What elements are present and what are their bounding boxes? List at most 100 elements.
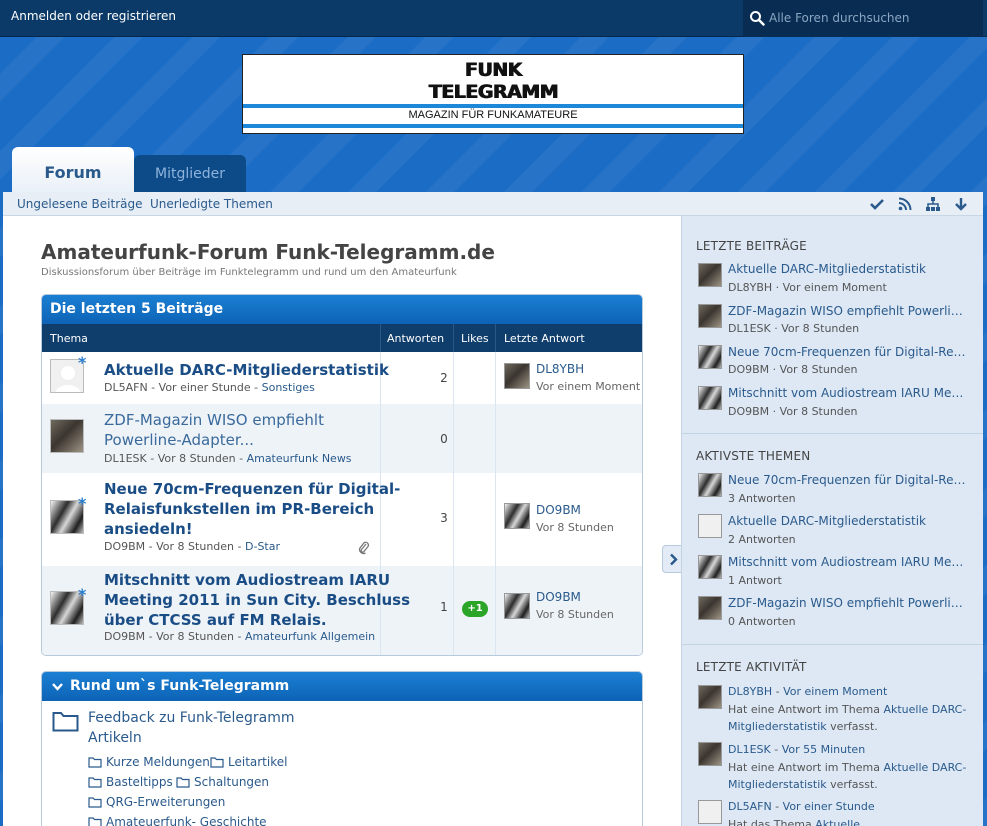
activity-meta: DL1ESK - Vor 55 Minuten [728,743,866,756]
activity-user[interactable]: DL5AFN [728,800,772,813]
thread-forum-link[interactable]: Amateurfunk News [247,452,352,465]
chevron-down-icon[interactable] [52,681,63,692]
avatar[interactable] [698,304,722,328]
table-row[interactable]: * Mitschnitt vom Audiostream IARU Meetin… [42,566,642,655]
folder-icon [52,712,79,732]
activity-user[interactable]: DL8YBH [728,685,772,698]
thread-title[interactable]: ZDF-Magazin WISO empfiehlt Powerline-Ada… [104,410,324,450]
sub-navigation: Ungelesene Beiträge Unerledigte Themen [3,192,983,216]
thread-title-line: ZDF-Magazin WISO empfiehlt [104,411,324,429]
subforum-link[interactable]: Basteltipps [88,775,173,789]
avatar[interactable] [698,386,722,410]
table-row[interactable]: * Aktuelle DARC-Mitgliederstatistik DL5A… [42,352,642,404]
chevron-right-icon [670,553,678,566]
unread-posts-link[interactable]: Ungelesene Beiträge [17,197,142,211]
active-thread-title[interactable]: Aktuelle DARC-Mitgliederstatistik [728,514,968,528]
active-thread-title[interactable]: Mitschnitt vom Audiostream IARU Meeting … [728,555,968,569]
recent-post-title[interactable]: Aktuelle DARC-Mitgliederstatistik [728,262,968,276]
avatar[interactable] [698,263,722,287]
last-poster-avatar[interactable] [504,503,530,529]
thread-meta: DL1ESK - Vor 8 Stunden - Amateurfunk New… [104,452,352,465]
last-reply-time: Vor 8 Stunden [536,608,614,621]
thread-author[interactable]: DL5AFN [104,381,148,394]
last-poster-name[interactable]: DO9BM [536,503,581,517]
last-poster-avatar[interactable] [504,593,530,619]
rss-icon[interactable] [897,196,913,212]
recent-post-title[interactable]: Mitschnitt vom Audiostream IARU Meeting … [728,386,968,400]
column-header-last-reply: Letzte Antwort [504,332,585,345]
subforum-link[interactable]: Amateuerfunk- Geschichte [88,815,267,826]
category-heading[interactable]: Rund um`s Funk-Telegramm [42,672,642,701]
site-logo[interactable]: FUNK TELEGRAMM MAGAZIN FÜR FUNKAMATEURE [242,54,744,134]
avatar[interactable] [698,345,722,369]
avatar[interactable] [698,514,722,538]
subforum-link[interactable]: Schaltungen [176,775,269,789]
folder-icon [88,777,102,788]
thread-author[interactable]: DO9BM [104,630,145,643]
arrow-down-icon[interactable] [953,196,969,212]
thread-title[interactable]: Neue 70cm-Frequenzen für Digital- Relais… [104,479,400,539]
last-poster-name[interactable]: DL8YBH [536,362,584,376]
avatar[interactable] [698,742,722,766]
folder-icon [176,777,190,788]
avatar[interactable] [698,596,722,620]
thread-title-line: Neue 70cm-Frequenzen für Digital- [104,480,401,498]
search-icon [750,11,765,26]
tab-members[interactable]: Mitglieder [134,155,246,192]
thread-forum-link[interactable]: Sonstiges [262,381,315,394]
last-poster-avatar[interactable] [504,363,530,389]
main-content: Amateurfunk-Forum Funk-Telegramm.de Disk… [3,216,681,826]
likes-badge[interactable]: +1 [462,601,488,617]
table-row[interactable]: ZDF-Magazin WISO empfiehlt Powerline-Ada… [42,404,642,473]
subforum-link[interactable]: Leitartikel [210,755,287,769]
activity-time: Vor einem Moment [783,685,888,698]
activity-time: Vor einer Stunde [782,800,875,813]
thread-meta: DO9BM - Vor 8 Stunden - D-Star [104,540,280,553]
activity-text: Hat das Thema Aktuelle [728,816,968,826]
subforum-link[interactable]: Kurze Meldungen [88,755,210,769]
search-input[interactable] [769,8,974,28]
table-row[interactable]: * Neue 70cm-Frequenzen für Digital- Rela… [42,473,642,566]
thread-title[interactable]: Aktuelle DARC-Mitgliederstatistik [104,360,389,380]
thread-forum-link[interactable]: Amateurfunk Allgemein [245,630,375,643]
column-header-likes: Likes [461,332,489,345]
subforum-link[interactable]: QRG-Erweiterungen [88,795,225,809]
thread-title-line: Meeting 2011 in Sun City. Beschluss [104,591,411,609]
logo-stripe [243,104,743,108]
avatar[interactable] [698,555,722,579]
unanswered-threads-link[interactable]: Unerledigte Themen [150,197,273,211]
sitemap-icon[interactable] [925,196,941,212]
thread-title-line: Relaisfunkstellen im PR-Bereich [104,500,375,518]
recent-post-title[interactable]: ZDF-Magazin WISO empfiehlt Powerline-Ada… [728,304,968,318]
checkmark-icon[interactable] [869,196,885,212]
avatar[interactable] [50,419,84,453]
login-link[interactable]: Anmelden oder registrieren [11,9,176,23]
thread-time: Vor 8 Stunden [157,452,236,465]
reply-count: 2 [440,371,448,385]
tab-forum[interactable]: Forum [12,147,134,193]
thread-author[interactable]: DL1ESK [104,452,147,465]
activity-user[interactable]: DL1ESK [728,743,771,756]
last-reply-time: Vor einem Moment [536,380,641,393]
active-thread-title[interactable]: Neue 70cm-Frequenzen für Digital-Relaisf… [728,473,968,487]
active-thread-title[interactable]: ZDF-Magazin WISO empfiehlt Powerline-Ada… [728,596,968,610]
last-poster-name[interactable]: DO9BM [536,590,581,604]
column-header-replies: Antworten [387,332,445,345]
avatar[interactable] [698,473,722,497]
thread-author[interactable]: DO9BM [104,540,145,553]
thread-forum-link[interactable]: D-Star [245,540,280,553]
forum-category-block: Rund um`s Funk-Telegramm Feedback zu Fun… [41,671,643,826]
recent-posts-heading: LETZTE BEITRÄGE [696,239,807,253]
thread-title[interactable]: Mitschnitt vom Audiostream IARU Meeting … [104,570,410,630]
activity-thread-link[interactable]: Aktuelle [815,818,860,826]
thread-title-line: über CTCSS auf FM Relais. [104,611,327,629]
avatar[interactable] [698,685,722,709]
recent-post-title[interactable]: Neue 70cm-Frequenzen für Digital-Relaisf… [728,345,968,359]
recent-post-meta: DO9BM · Vor 8 Stunden [728,405,858,418]
activity-time: Vor 55 Minuten [781,743,866,756]
forum-title-link[interactable]: Feedback zu Funk-Telegramm Artikeln [88,708,328,748]
logo-subtitle: MAGAZIN FÜR FUNKAMATEURE [408,109,578,121]
avatar[interactable] [698,800,722,824]
folder-icon [88,797,102,808]
search-box[interactable] [743,0,983,37]
